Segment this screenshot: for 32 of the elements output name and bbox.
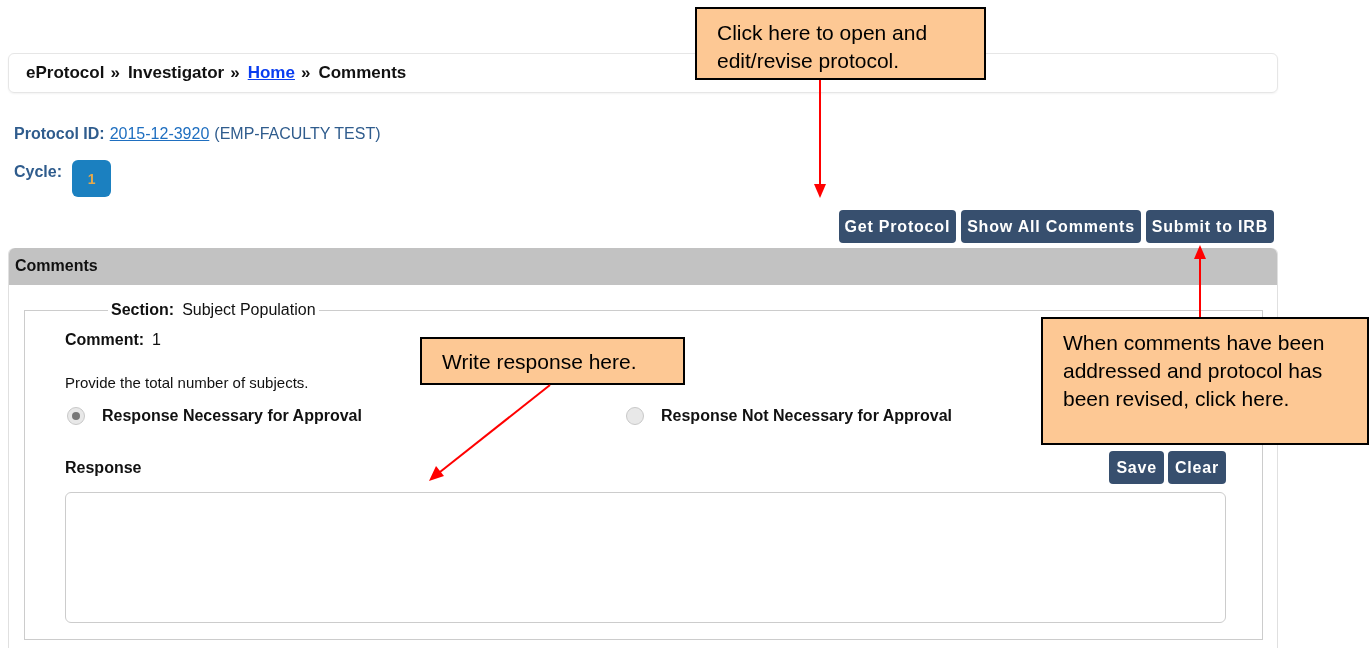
- radio-label: Response Necessary for Approval: [102, 407, 362, 425]
- breadcrumb-separator: »: [230, 63, 240, 83]
- radio-label: Response Not Necessary for Approval: [661, 407, 953, 425]
- panel-header: Comments: [9, 248, 1277, 285]
- callout: Click here to open and edit/revise protocol.: [695, 7, 986, 80]
- callout: Write response here.: [420, 337, 685, 385]
- action-button[interactable]: Get Protocol: [838, 210, 957, 243]
- form-button[interactable]: Clear: [1167, 451, 1226, 484]
- response-label: Response: [65, 458, 142, 477]
- breadcrumb-item: Investigator: [127, 63, 225, 83]
- protocol-name: (EMP-FACULTY TEST): [214, 125, 381, 143]
- section-label: Section:: [111, 301, 175, 318]
- comment-text: Provide the total number of subjects.: [65, 374, 309, 391]
- breadcrumb-item: eProtocol: [26, 63, 105, 83]
- form-button[interactable]: Save: [1109, 451, 1164, 484]
- protocol-id-link[interactable]: 2015-12-3920: [109, 125, 210, 143]
- section-name: Subject Population: [182, 301, 316, 318]
- radio-button[interactable]: [626, 407, 644, 425]
- breadcrumb-item: Comments: [318, 63, 407, 83]
- response-field[interactable]: [65, 492, 1226, 623]
- protocol-id-label: Protocol ID:: [14, 125, 105, 143]
- action-button[interactable]: Submit to IRB: [1145, 210, 1274, 243]
- callout: When comments have been addressed and protocol has been revised, click here.: [1041, 317, 1369, 445]
- comment-label: Comment:: [65, 331, 145, 348]
- breadcrumb-separator: »: [110, 63, 120, 83]
- comment-number: 1: [152, 331, 161, 348]
- breadcrumb-separator: »: [300, 63, 311, 83]
- radio-button[interactable]: [67, 407, 85, 425]
- cycle-label: Cycle:: [14, 163, 63, 181]
- breadcrumb-link[interactable]: Home: [247, 63, 295, 83]
- action-button[interactable]: Show All Comments: [961, 210, 1141, 243]
- arrow: [1194, 245, 1206, 317]
